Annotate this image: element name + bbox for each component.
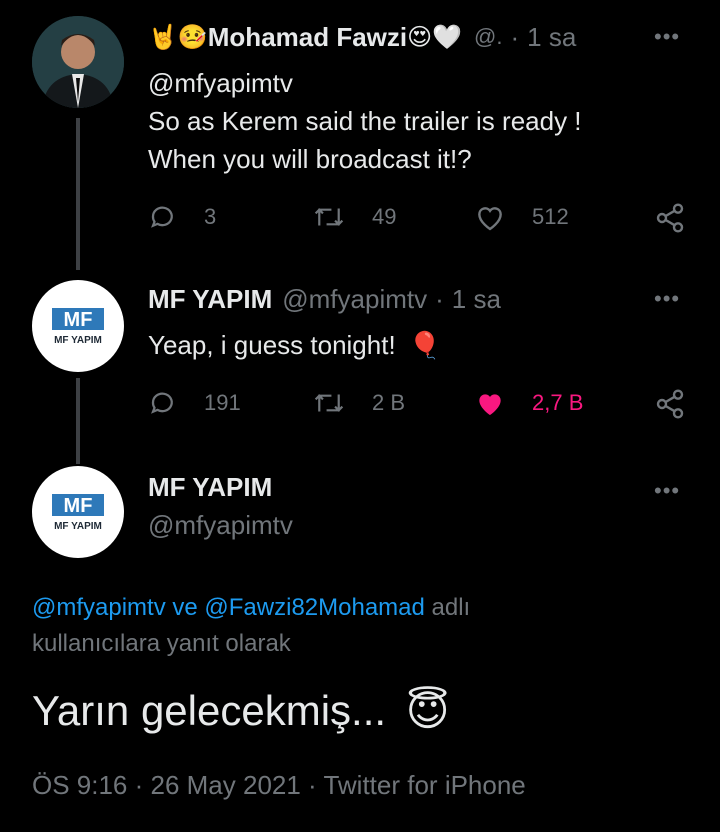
- tweet-text-line-2: When you will broadcast it!?: [148, 144, 472, 174]
- reply-to-link[interactable]: @mfyapimtv: [148, 64, 293, 102]
- author-name[interactable]: MF YAPIM: [148, 472, 272, 503]
- retweet-count: 2 B: [372, 390, 406, 415]
- mf-yapim-logo: MF MF YAPIM: [52, 308, 104, 346]
- tweet-header: MF YAPIM @mfyapimtv · 1 sa: [148, 280, 501, 318]
- reply-icon: [151, 392, 173, 414]
- like-count: 512: [532, 204, 569, 229]
- like-button[interactable]: 2,7 B: [474, 388, 583, 418]
- share-button[interactable]: [654, 388, 712, 420]
- author-handle[interactable]: @mfyapimtv: [148, 510, 293, 541]
- tweet-text: Yeap, i guess tonight! 🎈: [148, 326, 441, 364]
- reply-count: 3: [204, 204, 217, 229]
- reply-context-suffix: adlı: [424, 594, 471, 621]
- thread-line: [76, 378, 80, 464]
- logo-letters: MF: [64, 309, 93, 331]
- tweet-timestamp[interactable]: ÖS 9:16 · 26 May 2021 · Twitter for iPho…: [32, 770, 526, 801]
- logo-letters: MF: [64, 495, 93, 517]
- tweet-text-content: Yeap, i guess tonight!: [148, 330, 396, 360]
- share-icon: [656, 203, 684, 233]
- author-handle[interactable]: @mfyapimtv: [282, 284, 427, 315]
- reply-connector: ve: [165, 594, 205, 621]
- profile-photo: [32, 16, 124, 108]
- reply-context-line-2: kullanıcılara yanıt olarak: [32, 630, 291, 657]
- avatar[interactable]: [32, 16, 124, 108]
- mf-yapim-logo: MF MF YAPIM: [52, 494, 104, 532]
- share-button[interactable]: [654, 202, 712, 234]
- angel-emoji: 😇: [405, 687, 450, 734]
- more-options-button[interactable]: •••: [654, 24, 680, 50]
- separator: ·: [510, 21, 520, 52]
- balloon-emoji: 🎈: [408, 330, 442, 360]
- heart-filled-icon: [479, 394, 501, 415]
- retweet-button[interactable]: 2 B: [312, 388, 405, 418]
- retweet-icon: [314, 394, 344, 412]
- tweet-time[interactable]: 1 sa: [527, 22, 576, 53]
- mention-link[interactable]: @Fawzi82Mohamad: [204, 594, 424, 621]
- avatar[interactable]: MF MF YAPIM: [32, 466, 124, 558]
- author-name[interactable]: Mohamad Fawzi: [208, 22, 407, 53]
- retweet-icon: [314, 208, 344, 226]
- reply-count: 191: [204, 390, 241, 415]
- logo-caption: MF YAPIM: [54, 521, 102, 532]
- retweet-button[interactable]: 49: [312, 202, 396, 232]
- main-tweet-text-content: Yarın gelecekmiş...: [32, 687, 387, 734]
- mention-link[interactable]: @mfyapimtv: [32, 594, 166, 621]
- retweet-count: 49: [372, 204, 397, 229]
- main-tweet-text: Yarın gelecekmiş... 😇: [32, 684, 450, 738]
- more-options-button[interactable]: •••: [654, 478, 680, 504]
- separator: ·: [435, 283, 444, 314]
- reply-context: @mfyapimtv ve @Fawzi82Mohamad adlı kulla…: [32, 590, 470, 662]
- heart-outline-icon: [478, 207, 502, 231]
- reply-button[interactable]: 3: [148, 202, 216, 232]
- author-handle[interactable]: @.: [474, 24, 502, 50]
- author-name[interactable]: MF YAPIM: [148, 284, 272, 315]
- avatar[interactable]: MF MF YAPIM: [32, 280, 124, 372]
- like-count: 2,7 B: [532, 390, 584, 415]
- logo-caption: MF YAPIM: [54, 335, 102, 346]
- name-emoji-prefix: 🤘🤒: [148, 23, 208, 51]
- tweet-header: 🤘🤒 Mohamad Fawzi 😍🤍 @. · 1 sa: [148, 18, 648, 56]
- more-options-button[interactable]: •••: [654, 286, 680, 312]
- share-icon: [656, 389, 684, 419]
- thread-line: [76, 118, 80, 270]
- name-emoji-suffix: 😍🤍: [407, 23, 463, 51]
- reply-button[interactable]: 191: [148, 388, 241, 418]
- tweet-time[interactable]: 1 sa: [452, 284, 501, 315]
- like-button[interactable]: 512: [474, 202, 569, 232]
- tweet-text-line-1: So as Kerem said the trailer is ready !: [148, 106, 582, 136]
- reply-icon: [151, 206, 173, 228]
